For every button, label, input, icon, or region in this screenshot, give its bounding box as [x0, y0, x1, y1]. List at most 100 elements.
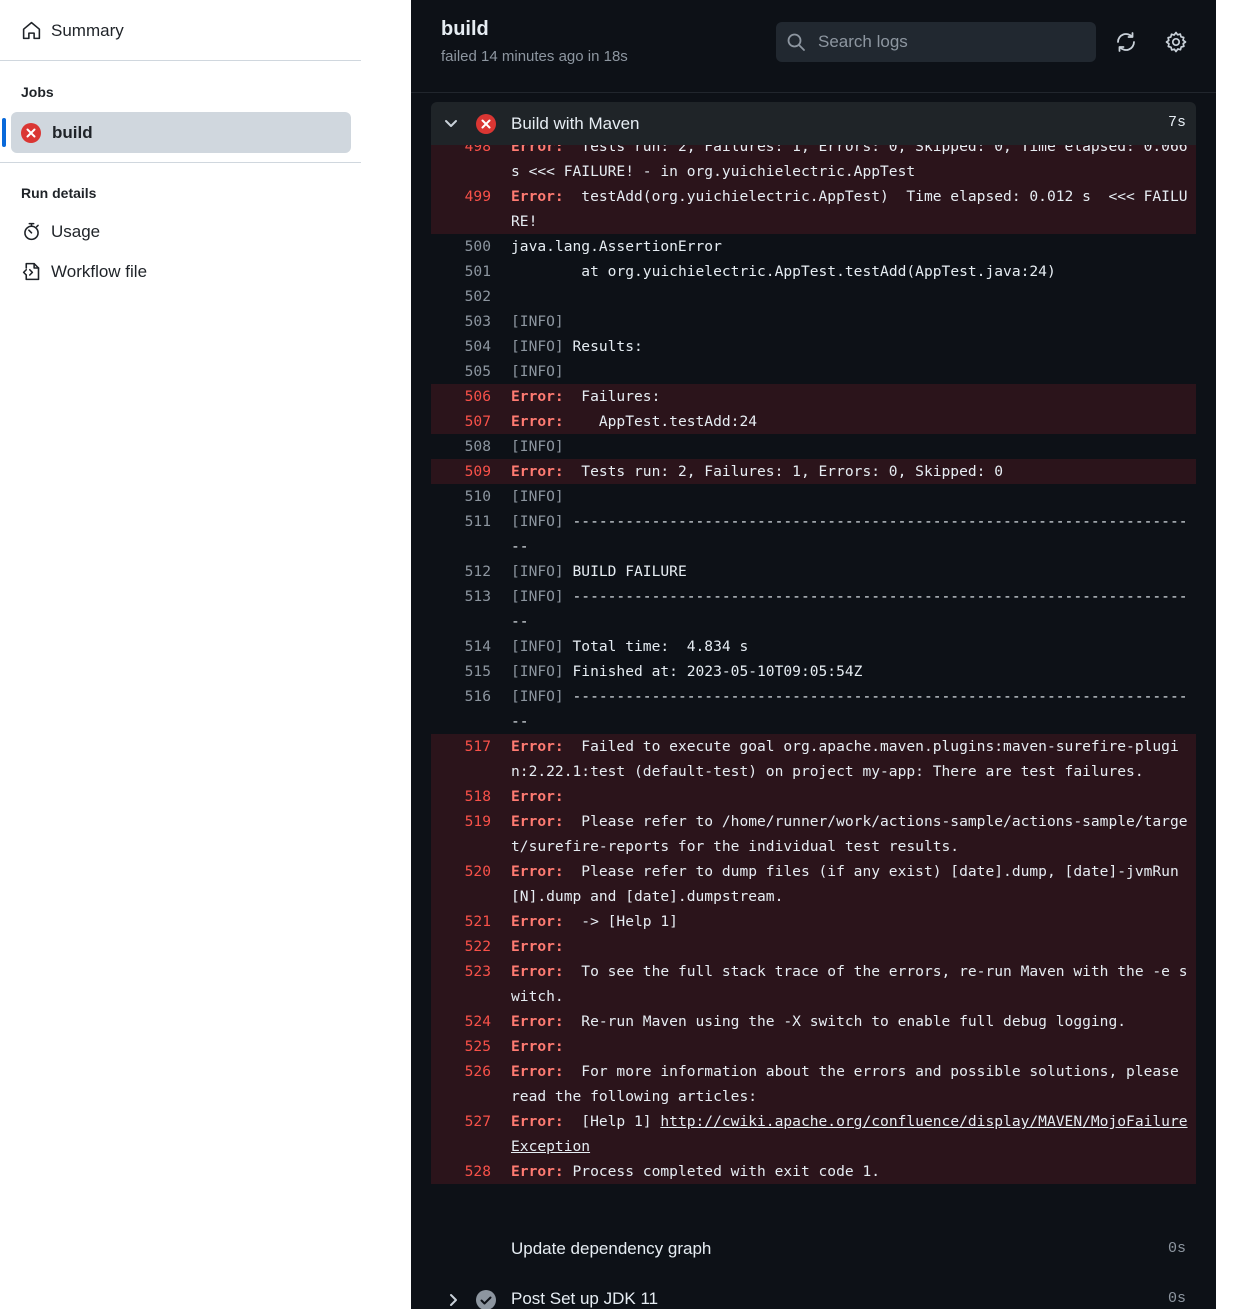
- line-number[interactable]: 501: [431, 259, 491, 284]
- error-label: Error:: [511, 388, 564, 405]
- step-name: Build with Maven: [511, 114, 640, 133]
- step-name: Update dependency graph: [511, 1239, 712, 1258]
- log-text: [INFO] Results:: [491, 334, 1189, 359]
- log-message: [564, 938, 573, 955]
- log-text: [INFO]: [491, 484, 1189, 509]
- line-number[interactable]: 498: [431, 145, 491, 184]
- jobs-heading: Jobs: [21, 84, 54, 100]
- line-number[interactable]: 525: [431, 1034, 491, 1059]
- stopwatch-icon: [24, 222, 39, 241]
- log-text: Error:: [491, 784, 1189, 809]
- log-line-error: 517 Error: Failed to execute goal org.apa…: [431, 734, 1196, 784]
- line-number[interactable]: 508: [431, 434, 491, 459]
- workflow-file-link[interactable]: Workflow file: [21, 261, 147, 282]
- info-label: [INFO]: [511, 363, 564, 380]
- line-number[interactable]: 523: [431, 959, 491, 1009]
- log-text: Error: Process completed with exit code …: [491, 1159, 1189, 1184]
- log-line: 511 [INFO] ------------------------------…: [431, 509, 1196, 559]
- log-text: java.lang.AssertionError: [491, 234, 1189, 259]
- log-message: Failures:: [563, 388, 670, 405]
- line-number[interactable]: 528: [431, 1159, 491, 1184]
- log-message: at org.yuichielectric.AppTest.testAdd(Ap…: [511, 263, 1056, 280]
- check-circle-fill-icon: [476, 1290, 496, 1309]
- log-text: Error: Re-run Maven using the -X switch …: [491, 1009, 1189, 1034]
- log-message: testAdd(org.yuichielectric.AppTest) Time…: [511, 188, 1188, 230]
- log-line: 503 [INFO]: [431, 309, 1196, 334]
- line-number[interactable]: 521: [431, 909, 491, 934]
- line-number[interactable]: 520: [431, 859, 491, 909]
- info-label: [INFO]: [511, 663, 564, 680]
- error-label: Error:: [511, 1063, 564, 1080]
- error-label: Error:: [511, 738, 564, 755]
- step-post-set-up-jdk[interactable]: Post Set up JDK 11 0s: [431, 1280, 1196, 1309]
- error-label: Error:: [511, 863, 564, 880]
- line-number[interactable]: 506: [431, 384, 491, 409]
- line-number[interactable]: 517: [431, 734, 491, 784]
- error-label: Error:: [511, 813, 564, 830]
- line-number[interactable]: 514: [431, 634, 491, 659]
- log-line-error: 518 Error:: [431, 784, 1196, 809]
- line-number[interactable]: 527: [431, 1109, 491, 1159]
- line-number[interactable]: 515: [431, 659, 491, 684]
- step-name: Post Set up JDK 11: [511, 1289, 659, 1308]
- info-label: [INFO]: [511, 638, 564, 655]
- line-number[interactable]: 519: [431, 809, 491, 859]
- line-number[interactable]: 503: [431, 309, 491, 334]
- log-line: 516 [INFO] ------------------------------…: [431, 684, 1196, 734]
- gear-icon[interactable]: [1164, 30, 1188, 54]
- log-text: Error: Failures:: [491, 384, 1189, 409]
- line-number[interactable]: 502: [431, 284, 491, 309]
- run-details-heading: Run details: [21, 185, 97, 201]
- log-text: Error: AppTest.testAdd:24: [491, 409, 1189, 434]
- chevron-down-icon: [445, 120, 457, 127]
- line-number[interactable]: 513: [431, 584, 491, 634]
- usage-link[interactable]: Usage: [21, 221, 100, 242]
- log-line-error: 521 Error: -> [Help 1]: [431, 909, 1196, 934]
- error-label: Error:: [511, 913, 564, 930]
- line-number[interactable]: 510: [431, 484, 491, 509]
- line-number[interactable]: 522: [431, 934, 491, 959]
- log-message: ----------------------------------------…: [511, 513, 1188, 555]
- x-circle-fill-icon: [476, 114, 496, 134]
- log-line: 510 [INFO]: [431, 484, 1196, 509]
- step-header-build-with-maven[interactable]: Build with Maven 7s: [431, 102, 1196, 145]
- log-text: Error: Tests run: 2, Failures: 1, Errors…: [491, 459, 1189, 484]
- search-logs-input[interactable]: [816, 31, 1080, 53]
- line-number[interactable]: 505: [431, 359, 491, 384]
- log-message: Tests run: 2, Failures: 1, Errors: 0, Sk…: [563, 463, 1004, 480]
- usage-label: Usage: [51, 221, 101, 241]
- line-number[interactable]: 509: [431, 459, 491, 484]
- divider: [0, 60, 361, 61]
- line-number[interactable]: 511: [431, 509, 491, 559]
- info-label: [INFO]: [511, 688, 564, 705]
- line-number[interactable]: 516: [431, 684, 491, 734]
- line-number[interactable]: 518: [431, 784, 491, 809]
- log-message: Results:: [563, 338, 643, 355]
- log-message: AppTest.testAdd:24: [563, 413, 758, 430]
- line-number[interactable]: 504: [431, 334, 491, 359]
- line-number[interactable]: 512: [431, 559, 491, 584]
- error-label: Error:: [511, 413, 564, 430]
- line-number[interactable]: 499: [431, 184, 491, 234]
- log-text: Error: [Help 1] http://cwiki.apache.org/…: [491, 1109, 1189, 1159]
- refresh-icon[interactable]: [1114, 30, 1138, 54]
- search-box[interactable]: [776, 22, 1096, 62]
- log-lines: 498 Error: Tests run: 2, Failures: 1, Err…: [431, 145, 1196, 1184]
- line-number[interactable]: 500: [431, 234, 491, 259]
- log-message: Re-run Maven using the -X switch to enab…: [563, 1013, 1127, 1030]
- log-line-error: 519 Error: Please refer to /home/runner/w…: [431, 809, 1196, 859]
- log-output[interactable]: 498 Error: Tests run: 2, Failures: 1, Err…: [431, 145, 1196, 1215]
- line-number[interactable]: 507: [431, 409, 491, 434]
- summary-link[interactable]: Summary: [21, 20, 124, 41]
- line-number[interactable]: 524: [431, 1009, 491, 1034]
- step-update-dependency-graph[interactable]: Update dependency graph 0s: [431, 1230, 1196, 1270]
- divider: [0, 162, 361, 163]
- line-number[interactable]: 526: [431, 1059, 491, 1109]
- chevron-right-icon: [450, 1294, 457, 1306]
- log-text: [INFO]: [491, 359, 1189, 384]
- log-text: Error:: [491, 1034, 1189, 1059]
- job-item-build[interactable]: build: [2, 112, 351, 153]
- log-text: [INFO] ---------------------------------…: [491, 584, 1189, 634]
- log-text: [INFO] ---------------------------------…: [491, 509, 1189, 559]
- log-text: Error: -> [Help 1]: [491, 909, 1189, 934]
